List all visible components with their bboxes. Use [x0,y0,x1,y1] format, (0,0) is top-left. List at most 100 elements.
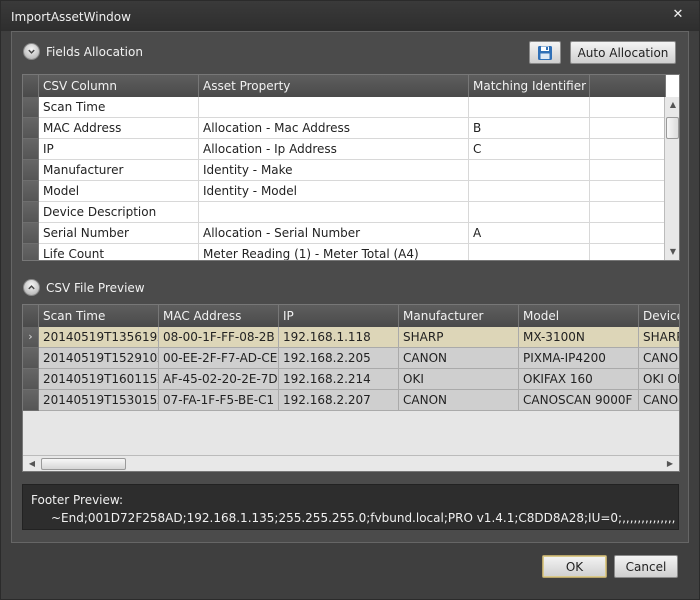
table-row[interactable]: 20140519T160115Z AF-45-02-20-2E-7D 192.1… [23,369,680,390]
matching-identifier-cell[interactable] [469,97,590,118]
save-button[interactable] [529,41,561,64]
column-header[interactable]: CSV Column [39,75,199,97]
empty-cell [590,97,666,118]
mac-address-cell: 00-EE-2F-F7-AD-CE [159,348,279,369]
cancel-button[interactable]: Cancel [614,555,678,578]
row-selector[interactable] [23,160,39,181]
row-selector[interactable] [23,369,39,390]
asset-property-cell[interactable]: Allocation - Serial Number [199,223,469,244]
model-cell: MX-3100N [519,327,639,348]
table-row[interactable]: 20140519T152910Z 00-EE-2F-F7-AD-CE 192.1… [23,348,679,369]
table-row[interactable]: Serial Number Allocation - Serial Number… [23,223,666,244]
model-cell: PIXMA-IP4200 [519,348,639,369]
mac-address-cell: AF-45-02-20-2E-7D [159,369,279,390]
column-header[interactable]: Scan Time [39,305,159,327]
matching-identifier-cell[interactable] [469,160,590,181]
row-selector[interactable] [23,244,39,260]
fields-allocation-header[interactable]: Fields Allocation [23,43,143,60]
device-cell: SHARP [643,330,680,344]
scrollbar-thumb[interactable] [666,117,679,139]
device-cell: CANON [643,351,679,365]
empty-cell [590,223,666,244]
scroll-right-arrow-icon[interactable]: ▶ [663,458,677,470]
table-row[interactable]: Device Description [23,202,666,223]
ip-cell: 192.168.1.118 [279,327,399,348]
window-title: ImportAssetWindow [11,10,131,24]
column-header[interactable]: Model [519,305,639,327]
column-header[interactable]: Asset Property [199,75,469,97]
manufacturer-cell: CANON [399,390,519,411]
ok-button[interactable]: OK [542,555,607,578]
row-selector[interactable] [23,181,39,202]
row-selector[interactable] [23,223,39,244]
column-header[interactable]: Manufacturer [399,305,519,327]
table-row[interactable]: Model Identity - Model [23,181,666,202]
device-cell: CANON [643,393,679,407]
matching-identifier-cell[interactable]: A [469,223,590,244]
scan-time-cell: 20140519T153015Z [39,390,159,411]
asset-property-cell[interactable]: Identity - Make [199,160,469,181]
chevron-up-icon[interactable] [23,279,40,296]
row-selector[interactable] [23,202,39,223]
chevron-down-icon[interactable] [23,43,40,60]
scroll-up-arrow-icon[interactable]: ▲ [666,99,679,111]
csv-file-preview-title: CSV File Preview [46,280,145,295]
scroll-left-arrow-icon[interactable]: ◀ [25,458,39,470]
asset-property-cell[interactable]: Allocation - Mac Address [199,118,469,139]
auto-allocation-button[interactable]: Auto Allocation [570,41,676,64]
csv-column-cell: Manufacturer [39,160,199,181]
row-selector[interactable] [23,118,39,139]
table-row[interactable]: IP Allocation - Ip Address C [23,139,666,160]
row-selector[interactable] [23,139,39,160]
preview-horizontal-scrollbar[interactable]: ◀ ▶ [23,455,679,471]
column-header[interactable]: IP [279,305,399,327]
csv-column-cell: Model [39,181,199,202]
asset-property-cell[interactable]: Meter Reading (1) - Meter Total (A4) [199,244,469,260]
device-cell: OKI OF [643,372,680,386]
title-bar[interactable]: ImportAssetWindow ✕ [1,1,699,31]
fields-grid-header: CSV Column Asset Property Matching Ident… [23,75,666,97]
table-row[interactable]: MAC Address Allocation - Mac Address B [23,118,666,139]
row-selector[interactable] [23,348,39,369]
header-corner [23,305,39,327]
csv-file-preview-header[interactable]: CSV File Preview [23,279,145,296]
table-row[interactable]: 20140519T153015Z 07-FA-1F-F5-BE-C1 192.1… [23,390,679,411]
asset-property-cell[interactable]: Identity - Model [199,181,469,202]
asset-property-cell[interactable] [199,97,469,118]
close-icon[interactable]: ✕ [671,8,685,22]
csv-column-cell: Device Description [39,202,199,223]
column-header[interactable]: MAC Address [159,305,279,327]
csv-column-cell: Serial Number [39,223,199,244]
matching-identifier-cell[interactable]: B [469,118,590,139]
scrollbar-thumb[interactable] [41,458,126,470]
asset-property-cell[interactable] [199,202,469,223]
column-header[interactable]: Matching Identifier [469,75,590,97]
table-row[interactable]: Manufacturer Identity - Make [23,160,666,181]
matching-identifier-cell[interactable] [469,202,590,223]
row-selector[interactable] [23,97,39,118]
table-row[interactable]: › 20140519T135619Z 08-00-1F-FF-08-2B 192… [23,327,680,348]
table-row[interactable]: Life Count Meter Reading (1) - Meter Tot… [23,244,666,260]
csv-preview-grid: Scan Time MAC Address IP Manufacturer Mo… [22,304,680,472]
scan-time-cell: 20140519T152910Z [39,348,159,369]
matching-identifier-cell[interactable] [469,181,590,202]
empty-cell [590,118,666,139]
fields-vertical-scrollbar[interactable]: ▲ ▼ [664,97,679,260]
row-selector[interactable] [23,390,39,411]
matching-identifier-cell[interactable]: C [469,139,590,160]
preview-grid-header: Scan Time MAC Address IP Manufacturer Mo… [23,305,679,327]
mac-address-cell: 07-FA-1F-F5-BE-C1 [159,390,279,411]
scroll-down-arrow-icon[interactable]: ▼ [666,246,679,258]
manufacturer-cell: SHARP [399,327,519,348]
header-corner [23,75,39,97]
ip-cell: 192.168.2.214 [279,369,399,390]
table-row[interactable]: Scan Time [23,97,666,118]
empty-cell [590,160,666,181]
current-row-indicator-icon[interactable]: › [23,327,39,348]
column-header[interactable]: Device [639,305,679,327]
manufacturer-cell: OKI [399,369,519,390]
window-content: Fields Allocation Auto Allocation CSV Co… [11,31,689,543]
empty-cell [590,181,666,202]
matching-identifier-cell[interactable] [469,244,590,260]
asset-property-cell[interactable]: Allocation - Ip Address [199,139,469,160]
